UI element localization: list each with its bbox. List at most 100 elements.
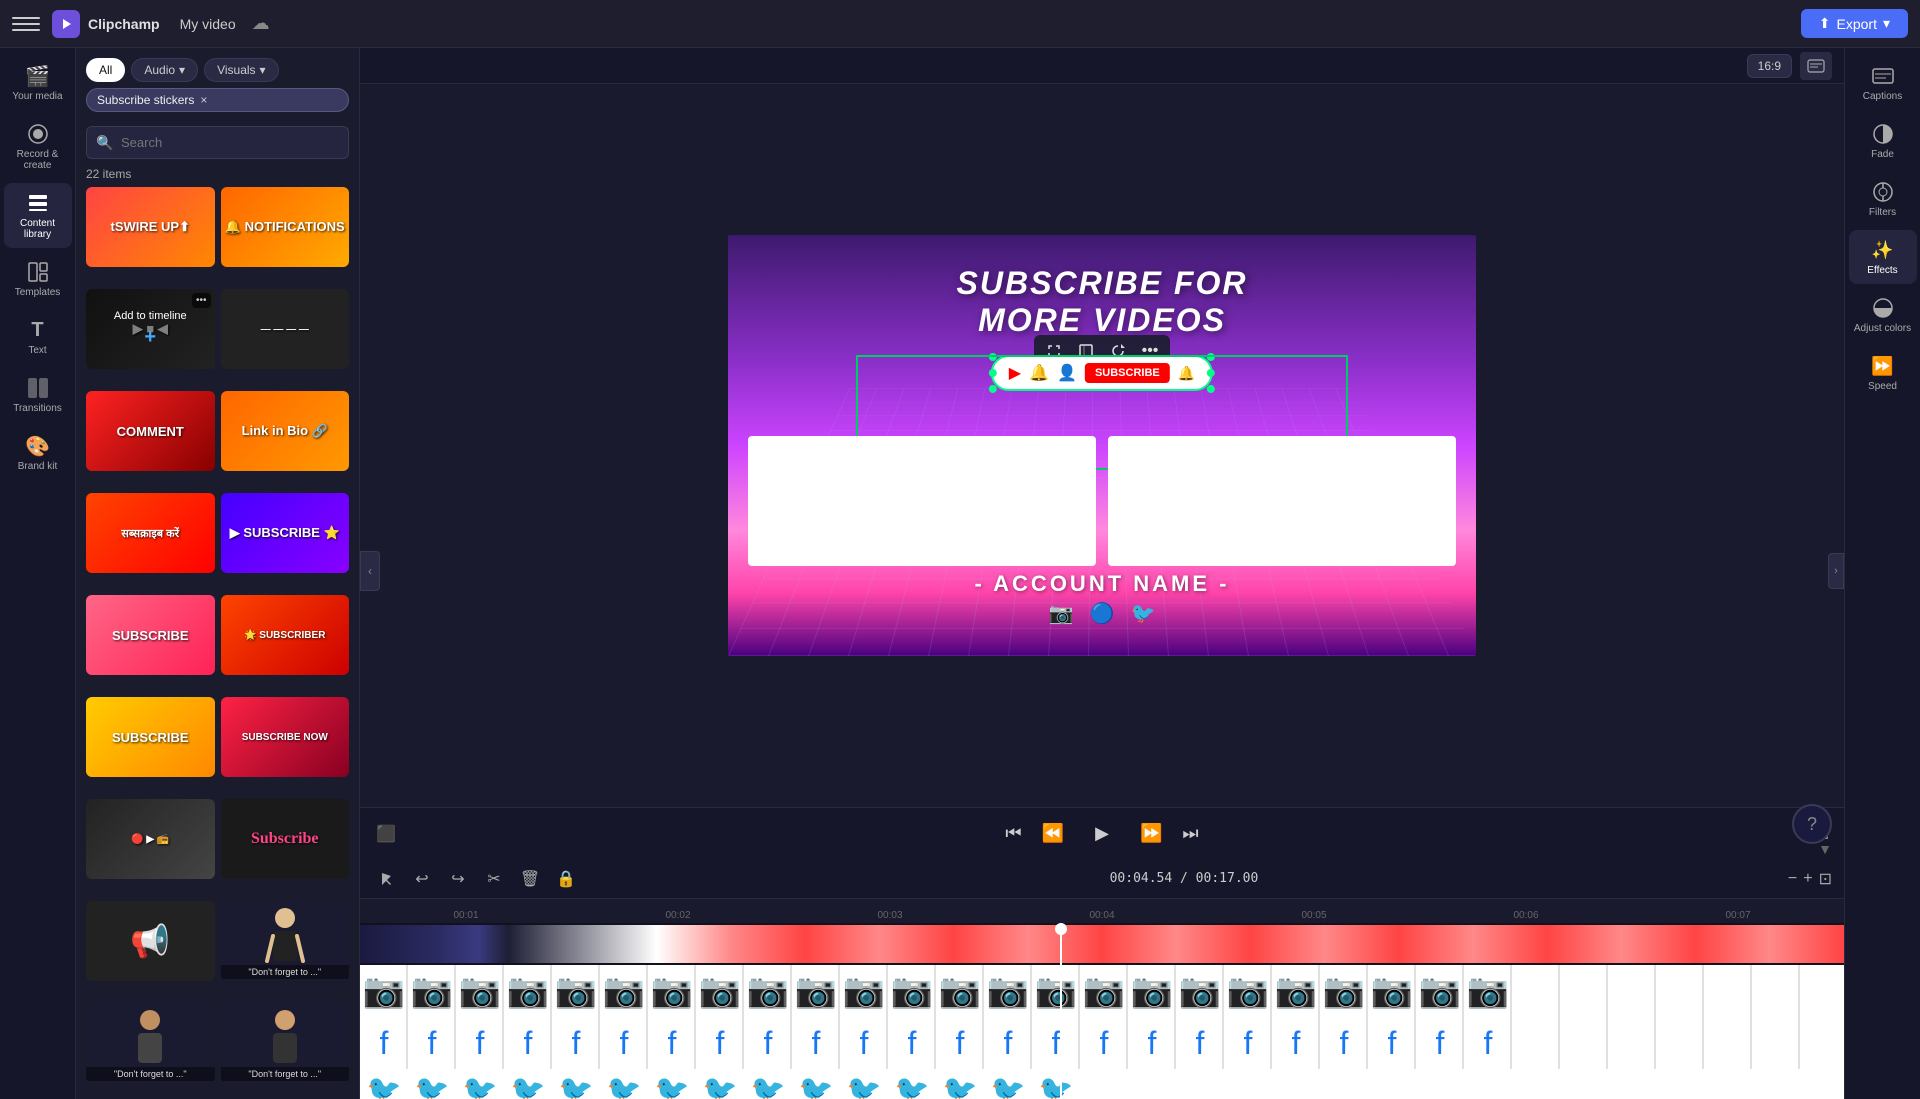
youtube-icon: ▶ bbox=[1009, 363, 1021, 383]
sidebar-item-transitions[interactable]: Transitions bbox=[4, 368, 72, 422]
instagram-icon-repeat: 📷 bbox=[1176, 971, 1224, 1011]
sidebar-label-record-create: Record & create bbox=[8, 149, 68, 171]
your-media-icon: 🎬 bbox=[26, 64, 50, 88]
undo-btn[interactable]: ↩ bbox=[408, 865, 436, 893]
add-plus-icon: + bbox=[144, 326, 156, 349]
ruler-mark: 00:07 bbox=[1632, 910, 1844, 921]
sub-icon-2: 🔔 bbox=[1029, 363, 1049, 383]
collapse-panel-btn[interactable]: ‹ bbox=[360, 551, 380, 591]
resize-handle-tr[interactable] bbox=[1207, 353, 1215, 361]
add-overlay-icon: + bbox=[282, 221, 288, 233]
sidebar-item-text[interactable]: T Text bbox=[4, 310, 72, 364]
redo-btn[interactable]: ↪ bbox=[444, 865, 472, 893]
video-thumb-2 bbox=[1108, 436, 1456, 566]
skip-forward-btn[interactable]: ⏭ bbox=[1182, 823, 1198, 844]
speed-label: Speed bbox=[1868, 381, 1897, 392]
sidebar-item-content-library[interactable]: Content library bbox=[4, 183, 72, 248]
cut-btn[interactable]: ✂ bbox=[480, 865, 508, 893]
sidebar-label-text: Text bbox=[28, 345, 46, 356]
right-sidebar-item-effects[interactable]: ✨ Effects bbox=[1849, 230, 1917, 284]
media-item[interactable]: — — — — + bbox=[221, 289, 350, 369]
zoom-out-btn[interactable]: − bbox=[1788, 870, 1797, 888]
rewind-btn[interactable]: ⏪ bbox=[1042, 823, 1064, 844]
video-thumbnails-row bbox=[748, 436, 1456, 566]
media-item[interactable]: 🌟 SUBSCRIBER + bbox=[221, 595, 350, 675]
instagram-icon-repeat: 📷 bbox=[504, 971, 552, 1011]
media-item[interactable]: 🔴 ▶ 📻 + bbox=[86, 799, 215, 879]
right-sidebar-item-speed[interactable]: ⏩ Speed bbox=[1849, 346, 1917, 400]
filter-visuals-btn[interactable]: Visuals ▾ bbox=[204, 58, 279, 82]
media-item-person-2[interactable]: "Don't forget to ..." + bbox=[86, 1003, 215, 1083]
media-item-person[interactable]: "Don't forget to ..." + bbox=[221, 901, 350, 981]
right-collapse-btn[interactable]: › bbox=[1828, 553, 1844, 589]
export-button[interactable]: ⬆ Export ▾ bbox=[1801, 9, 1908, 38]
right-sidebar-item-filters[interactable]: Filters bbox=[1849, 172, 1917, 226]
sidebar-item-templates[interactable]: Templates bbox=[4, 252, 72, 306]
captions-quick-btn[interactable] bbox=[1800, 52, 1832, 80]
media-item[interactable]: tSWIRE UP⬆ + bbox=[86, 187, 215, 267]
right-sidebar-item-captions[interactable]: Captions bbox=[1849, 56, 1917, 110]
timeline-playhead[interactable] bbox=[1060, 923, 1062, 1099]
track-instagram[interactable]: 📷 📷 📷 📷 📷 📷 📷 📷 📷 📷 📷 📷 📷 📷 bbox=[360, 965, 1844, 1017]
subscribe-button[interactable]: SUBSCRIBE bbox=[1085, 363, 1170, 383]
media-item-person-3[interactable]: "Don't forget to ..." + bbox=[221, 1003, 350, 1083]
track-facebook[interactable]: f f f f f f f f f f f f f f f bbox=[360, 1017, 1844, 1069]
media-item[interactable]: SUBSCRIBE + bbox=[86, 595, 215, 675]
resize-handle-bl[interactable] bbox=[989, 385, 997, 393]
media-item[interactable]: COMMENT + bbox=[86, 391, 215, 471]
facebook-icon-repeat: f bbox=[840, 1025, 888, 1062]
aspect-ratio-btn[interactable]: 16:9 bbox=[1747, 54, 1792, 78]
sidebar-item-brand-kit[interactable]: 🎨 Brand kit bbox=[4, 426, 72, 480]
skip-back-btn[interactable]: ⏮ bbox=[1005, 823, 1021, 844]
media-item-hovered[interactable]: ▶ ■ ◀ Add to timeline + ••• bbox=[86, 289, 215, 369]
media-item[interactable]: 📢 + bbox=[86, 901, 215, 981]
screen-capture-btn[interactable]: ⬛ bbox=[376, 824, 396, 844]
media-item[interactable]: ▶ SUBSCRIBE ⭐ + bbox=[221, 493, 350, 573]
media-item[interactable]: SUBSCRIBE NOW + bbox=[221, 697, 350, 777]
instagram-icon-repeat: 📷 bbox=[744, 971, 792, 1011]
resize-handle-tl[interactable] bbox=[989, 353, 997, 361]
resize-handle-mr[interactable] bbox=[1207, 369, 1215, 377]
sidebar-item-record-create[interactable]: Record & create bbox=[4, 114, 72, 179]
track-twitter[interactable]: 🐦 🐦 🐦 🐦 🐦 🐦 🐦 🐦 🐦 🐦 🐦 🐦 🐦 🐦 bbox=[360, 1069, 1844, 1099]
sidebar-label-your-media: Your media bbox=[12, 91, 62, 102]
instagram-icon-repeat: 📷 bbox=[552, 971, 600, 1011]
fit-btn[interactable]: ⊡ bbox=[1819, 869, 1832, 889]
subscribe-widget[interactable]: ▶ 🔔 👤 SUBSCRIBE 🔔 bbox=[991, 355, 1213, 391]
media-item[interactable]: 🔔 NOTIFICATIONS + bbox=[221, 187, 350, 267]
video-title[interactable]: My video bbox=[180, 16, 236, 32]
help-bubble[interactable]: ? bbox=[1792, 804, 1832, 844]
media-item[interactable]: Link in Bio 🔗 + bbox=[221, 391, 350, 471]
video-title-text: SUBSCRIBE FOR MORE VIDEOS bbox=[728, 265, 1476, 339]
lock-btn[interactable]: 🔒 bbox=[552, 865, 580, 893]
facebook-icon-repeat: f bbox=[1368, 1025, 1416, 1062]
filter-all-btn[interactable]: All bbox=[86, 58, 125, 82]
instagram-icon-repeat: 📷 bbox=[648, 971, 696, 1011]
select-tool-btn[interactable] bbox=[372, 865, 400, 893]
media-item[interactable]: SUBSCRIBE + bbox=[86, 697, 215, 777]
right-sidebar-item-adjust-colors[interactable]: Adjust colors bbox=[1849, 288, 1917, 342]
sidebar-item-your-media[interactable]: 🎬 Your media bbox=[4, 56, 72, 110]
instagram-icon-repeat: 📷 bbox=[1416, 971, 1464, 1011]
delete-btn[interactable]: 🗑 bbox=[516, 865, 544, 893]
sidebar-label-transitions: Transitions bbox=[13, 403, 62, 414]
filter-audio-btn[interactable]: Audio ▾ bbox=[131, 58, 198, 82]
tag-close-btn[interactable]: × bbox=[200, 93, 207, 107]
facebook-icon-repeat: f bbox=[648, 1025, 696, 1062]
timeline-tracks[interactable]: 📷 📷 📷 📷 📷 📷 📷 📷 📷 📷 📷 📷 📷 📷 bbox=[360, 923, 1844, 1099]
track-video[interactable] bbox=[360, 925, 1844, 963]
instagram-icon-repeat: 📷 bbox=[1128, 971, 1176, 1011]
menu-icon[interactable] bbox=[12, 10, 40, 38]
zoom-in-btn[interactable]: + bbox=[1803, 870, 1812, 888]
media-item[interactable]: Subscribe + bbox=[221, 799, 350, 879]
timeline-scroll-down[interactable]: ▼ bbox=[1818, 841, 1832, 857]
fast-forward-btn[interactable]: ⏩ bbox=[1140, 823, 1162, 844]
play-pause-btn[interactable]: ▶ bbox=[1084, 816, 1120, 852]
resize-handle-ml[interactable] bbox=[989, 369, 997, 377]
media-item[interactable]: सब्सक्राइब करें + bbox=[86, 493, 215, 573]
right-sidebar-item-fade[interactable]: Fade bbox=[1849, 114, 1917, 168]
instagram-icon-repeat: 📷 bbox=[1320, 971, 1368, 1011]
search-input[interactable] bbox=[86, 126, 349, 159]
add-timeline-label: Add to timeline bbox=[114, 310, 187, 322]
twitter-icon-repeat: 🐦 bbox=[840, 1073, 888, 1099]
